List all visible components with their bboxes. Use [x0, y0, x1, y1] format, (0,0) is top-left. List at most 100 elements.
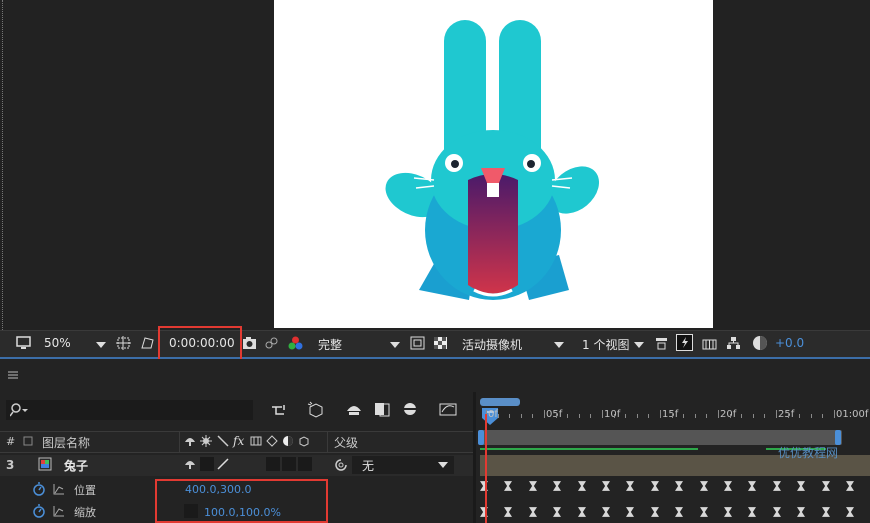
- keyframe-marker[interactable]: [528, 507, 537, 517]
- ruler-minor-tick: [648, 414, 650, 418]
- keyframe-marker[interactable]: [626, 507, 635, 517]
- work-area-start-handle[interactable]: [478, 430, 484, 445]
- keyframe-marker[interactable]: [504, 507, 513, 517]
- graph-editor-icon[interactable]: [438, 401, 458, 417]
- ruler-minor-tick: [520, 414, 522, 418]
- view-layout-dropdown-icon[interactable]: [634, 342, 644, 348]
- exposure-icon[interactable]: [752, 335, 768, 351]
- timeline-link-icon[interactable]: [702, 336, 717, 350]
- layer-name[interactable]: 兔子: [64, 457, 88, 474]
- composition-viewer[interactable]: [0, 0, 870, 330]
- work-area-end-handle[interactable]: [835, 430, 841, 445]
- position-keyframe-track[interactable]: [476, 480, 870, 494]
- layer-index: 3: [6, 458, 15, 472]
- layer-row[interactable]: 3 兔子 无: [0, 455, 473, 476]
- ruler-minor-tick: [555, 414, 557, 418]
- shy-layers-icon[interactable]: [344, 401, 364, 417]
- layer-search-input[interactable]: [6, 400, 253, 420]
- column-layer-name-label[interactable]: 图层名称: [42, 434, 90, 451]
- keyframe-marker[interactable]: [797, 481, 806, 491]
- flowchart-icon[interactable]: [726, 336, 741, 350]
- timeline-track-area[interactable]: 0f 05f 10f 15f 20f 25f 01:00f 优优教程网: [476, 392, 870, 523]
- keyframe-marker[interactable]: [528, 481, 537, 491]
- keyframe-marker[interactable]: [772, 507, 781, 517]
- keyframe-marker[interactable]: [553, 481, 562, 491]
- resolution-dropdown-icon[interactable]: [390, 342, 400, 348]
- panel-menu-icon[interactable]: [8, 371, 18, 379]
- resolution-select[interactable]: 完整: [318, 336, 342, 353]
- monitor-icon[interactable]: [16, 336, 31, 350]
- zoom-dropdown-icon[interactable]: [96, 342, 106, 348]
- keyframe-marker[interactable]: [846, 507, 854, 517]
- keyframe-marker[interactable]: [846, 481, 854, 491]
- scale-keyframe-track[interactable]: [476, 506, 870, 520]
- stopwatch-icon[interactable]: [32, 504, 46, 518]
- layer-frame-blend-toggle[interactable]: [266, 457, 280, 471]
- composition-mini-flowchart-icon[interactable]: [270, 402, 290, 418]
- ruler-minor-tick: [741, 414, 743, 418]
- keyframe-marker[interactable]: [797, 507, 806, 517]
- keyframe-marker[interactable]: [772, 481, 781, 491]
- grid-guide-icon[interactable]: [116, 336, 131, 350]
- camera-view-select[interactable]: 活动摄像机: [462, 336, 522, 353]
- column-divider: [327, 432, 328, 452]
- exposure-value[interactable]: +0.0: [775, 336, 804, 350]
- parent-dropdown-icon[interactable]: [438, 462, 448, 468]
- ruler-minor-tick: [671, 414, 673, 418]
- keyframe-marker[interactable]: [650, 507, 659, 517]
- keyframe-marker[interactable]: [724, 507, 732, 517]
- view-layout-select[interactable]: 1 个视图: [582, 336, 629, 353]
- motion-blur-icon[interactable]: [400, 401, 420, 417]
- keyframe-marker[interactable]: [602, 481, 610, 491]
- camera-snapshot-icon[interactable]: [242, 336, 257, 350]
- frame-blending-icon[interactable]: [372, 401, 392, 417]
- layer-collapse-toggle[interactable]: [200, 457, 214, 471]
- fast-preview-icon[interactable]: [676, 334, 693, 351]
- show-snapshot-icon[interactable]: [264, 336, 279, 350]
- keyframe-marker[interactable]: [724, 481, 732, 491]
- column-parent-label[interactable]: 父级: [334, 434, 358, 451]
- graph-toggle-icon[interactable]: [52, 482, 66, 496]
- layer-motion-blur-toggle[interactable]: [282, 457, 296, 471]
- shy-switch-icon: [185, 438, 195, 446]
- keyframe-marker[interactable]: [602, 507, 610, 517]
- keyframe-marker[interactable]: [675, 481, 684, 491]
- keyframe-marker[interactable]: [699, 507, 708, 517]
- work-area-bar[interactable]: [480, 430, 842, 445]
- mask-visibility-icon[interactable]: [140, 336, 155, 350]
- region-of-interest-icon[interactable]: [410, 336, 425, 350]
- column-number-label: #: [6, 435, 16, 448]
- keyframe-marker[interactable]: [504, 481, 513, 491]
- color-channels-icon[interactable]: [288, 336, 303, 350]
- keyframe-marker[interactable]: [699, 481, 708, 491]
- keyframe-marker[interactable]: [748, 481, 757, 491]
- graph-toggle-icon[interactable]: [52, 504, 66, 518]
- layer-shy-toggle-icon[interactable]: [184, 459, 196, 469]
- keyframe-marker[interactable]: [553, 507, 562, 517]
- time-ruler[interactable]: 0f 05f 10f 15f 20f 25f 01:00f: [476, 392, 870, 422]
- layer-quality-toggle-icon[interactable]: [216, 457, 230, 471]
- keyframe-marker[interactable]: [821, 481, 830, 491]
- layer-3d-toggle[interactable]: [298, 457, 312, 471]
- transparency-grid-icon[interactable]: [433, 336, 448, 350]
- stopwatch-icon[interactable]: [32, 482, 46, 496]
- camera-dropdown-icon[interactable]: [554, 342, 564, 348]
- zoom-level[interactable]: 50%: [44, 336, 71, 350]
- current-time-display[interactable]: 0:00:00:00: [169, 336, 235, 350]
- keyframe-marker[interactable]: [626, 481, 635, 491]
- keyframe-marker[interactable]: [577, 507, 586, 517]
- keyframe-marker[interactable]: [577, 481, 586, 491]
- keyframe-marker[interactable]: [650, 481, 659, 491]
- keyframe-marker[interactable]: [675, 507, 684, 517]
- ruler-minor-tick: [509, 414, 511, 418]
- ruler-minor-tick: [683, 414, 685, 418]
- pixel-aspect-icon[interactable]: [654, 336, 669, 350]
- composition-canvas[interactable]: [274, 0, 713, 328]
- parent-select[interactable]: 无: [352, 456, 454, 474]
- draft-3d-icon[interactable]: [306, 400, 326, 418]
- property-name-scale: 缩放: [74, 506, 96, 519]
- keyframe-marker[interactable]: [748, 507, 757, 517]
- keyframe-marker[interactable]: [821, 507, 830, 517]
- pick-whip-icon[interactable]: [334, 458, 348, 472]
- ruler-tick: [776, 410, 777, 418]
